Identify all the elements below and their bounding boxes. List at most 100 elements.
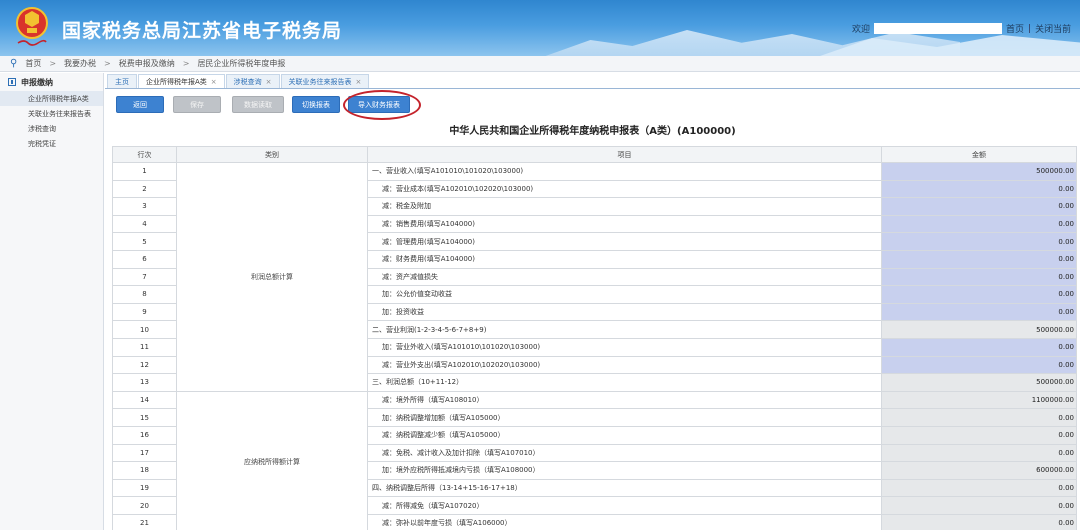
- close-current-link[interactable]: 关闭当前: [1035, 22, 1071, 35]
- breadcrumb-arrow-icon: >: [104, 59, 111, 68]
- row-number: 4: [112, 214, 177, 234]
- row-number: 9: [112, 302, 177, 322]
- item-description: 加：公允价值变动收益: [367, 285, 882, 304]
- item-description: 减：弥补以前年度亏损（填写A106000）: [367, 513, 882, 530]
- amount-value: 0.00: [881, 513, 1077, 530]
- row-number: 6: [112, 249, 177, 269]
- amount-input[interactable]: 0.00: [881, 302, 1077, 322]
- row-number: 18: [112, 461, 177, 480]
- item-description: 减：营业成本(填写A102010\102020\103000): [367, 179, 882, 199]
- table-row: 1 利润总额计算 一、营业收入(填写A101010\101020\103000) 50…: [112, 162, 1077, 392]
- item-description: 减：销售费用(填写A104000): [367, 214, 882, 234]
- sidebar-item-annual-a[interactable]: 企业所得税年报A类: [0, 91, 103, 106]
- form-title: 中华人民共和国企业所得税年度纳税申报表（A类）(A100000): [449, 126, 736, 137]
- tab-related-report[interactable]: 关联业务往来报告表 ×: [280, 74, 370, 88]
- category-cell: 应纳税所得额计算: [176, 390, 368, 530]
- amount-input[interactable]: 0.00: [881, 197, 1077, 216]
- item-description: 二、营业利润(1-2-3-4-5-6-7+8+9): [367, 320, 882, 339]
- row-number: 12: [112, 355, 177, 375]
- item-description: 减：所得减免（填写A107020）: [367, 496, 882, 515]
- tab-home[interactable]: 主页: [107, 74, 137, 88]
- tax-emblem-icon: [16, 7, 48, 46]
- table-row: 14 应纳税所得额计算 减：境外所得（填写A108010） 1100000.00: [112, 390, 1077, 530]
- amount-input[interactable]: 0.00: [881, 285, 1077, 304]
- home-link[interactable]: 首页: [1006, 22, 1024, 35]
- column-header-row-no: 行次: [112, 146, 177, 163]
- amount-input[interactable]: 0.00: [881, 337, 1077, 357]
- sidebar-heading[interactable]: 申报缴纳: [0, 73, 103, 91]
- sidebar-item-tax-certificate[interactable]: 完税凭证: [0, 136, 103, 151]
- amount-input[interactable]: 0.00: [881, 267, 1077, 287]
- amount-input[interactable]: 0.00: [881, 179, 1077, 199]
- fetch-data-button[interactable]: 数据读取: [232, 96, 284, 113]
- row-number: 10: [112, 320, 177, 339]
- row-number: 20: [112, 496, 177, 515]
- row-number: 11: [112, 337, 177, 357]
- item-description: 四、纳税调整后所得（13-14+15-16-17+18）: [367, 478, 882, 498]
- tab-tax-query[interactable]: 涉税查询 ×: [225, 74, 280, 88]
- greeting-text: 欢迎: [852, 25, 871, 35]
- item-description: 加：境外应税所得抵减境内亏损（填写A108000）: [367, 461, 882, 480]
- table-body: 1 利润总额计算 一、营业收入(填写A101010\101020\103000) 50…: [112, 162, 1077, 530]
- item-description: 加：营业外收入(填写A101010\101020\103000): [367, 337, 882, 357]
- row-number: 1: [112, 162, 177, 181]
- amount-value: 0.00: [881, 408, 1077, 427]
- amount-value: 0.00: [881, 496, 1077, 515]
- tab-label: 涉税查询: [233, 77, 262, 86]
- breadcrumb-arrow-icon: >: [49, 59, 57, 68]
- item-description: 减：免税、减计收入及加计扣除（填写A107010）: [367, 443, 882, 463]
- site-title: 国家税务总局江苏省电子税务局: [62, 20, 343, 42]
- item-description: 减：营业外支出(填写A102010\102020\103000): [367, 355, 882, 375]
- amount-value: 0.00: [881, 478, 1077, 498]
- column-header-category: 类别: [176, 146, 368, 163]
- sidebar-item-related-report[interactable]: 关联业务往来报告表: [0, 106, 103, 121]
- row-number: 8: [112, 285, 177, 304]
- toolbar: 返回 保存 数据读取 切换报表 导入财务报表: [105, 90, 1080, 120]
- row-number: 7: [112, 267, 177, 287]
- row-number: 3: [112, 197, 177, 216]
- save-button[interactable]: 保存: [173, 96, 221, 113]
- close-icon[interactable]: ×: [266, 78, 272, 86]
- return-button[interactable]: 返回: [116, 96, 164, 113]
- amount-input[interactable]: 0.00: [881, 355, 1077, 375]
- item-description: 减：纳税调整减少额（填写A105000）: [367, 425, 882, 445]
- masked-username: [874, 23, 1003, 34]
- breadcrumb-tax-service[interactable]: 我要办税: [64, 58, 96, 69]
- row-number: 21: [112, 513, 177, 530]
- item-description: 减：税金及附加: [367, 197, 882, 216]
- item-description: 加：投资收益: [367, 302, 882, 322]
- amount-input[interactable]: 500000.00: [881, 162, 1077, 181]
- item-description: 减：资产减值损失: [367, 267, 882, 287]
- item-description: 减：管理费用(填写A104000): [367, 232, 882, 251]
- user-area: 欢迎 首页 | 关闭当前: [852, 22, 1071, 35]
- row-number: 2: [112, 179, 177, 199]
- site-header: 国家税务总局江苏省电子税务局 欢迎 首页 | 关闭当前: [0, 0, 1080, 56]
- sidebar-item-tax-query[interactable]: 涉税查询: [0, 121, 103, 136]
- close-icon[interactable]: ×: [211, 78, 217, 86]
- tab-label: 关联业务往来报告表: [288, 77, 352, 86]
- row-number: 15: [112, 408, 177, 427]
- item-description: 一、营业收入(填写A101010\101020\103000): [367, 162, 882, 181]
- row-number: 5: [112, 232, 177, 251]
- amount-input[interactable]: 0.00: [881, 214, 1077, 234]
- link-separator: |: [1028, 23, 1032, 34]
- amount-input[interactable]: 0.00: [881, 232, 1077, 251]
- table-header-row: 行次 类别 项目 金额: [112, 146, 1077, 163]
- collapse-icon: [8, 78, 16, 86]
- category-cell: 利润总额计算: [176, 162, 368, 392]
- breadcrumb-filing[interactable]: 税费申报及缴纳: [119, 58, 175, 69]
- amount-value: 1100000.00: [881, 390, 1077, 410]
- column-header-amount: 金额: [881, 146, 1077, 163]
- amount-input[interactable]: 0.00: [881, 249, 1077, 269]
- row-number: 13: [112, 373, 177, 392]
- row-number: 14: [112, 390, 177, 410]
- tab-annual-a[interactable]: 企业所得税年报A类 ×: [138, 74, 225, 88]
- row-number: 19: [112, 478, 177, 498]
- amount-value: 500000.00: [881, 373, 1077, 392]
- item-description: 减：境外所得（填写A108010）: [367, 390, 882, 410]
- amount-value: 0.00: [881, 443, 1077, 463]
- row-number: 16: [112, 425, 177, 445]
- switch-report-button[interactable]: 切换报表: [292, 96, 340, 113]
- breadcrumb-home[interactable]: 首页: [25, 58, 41, 69]
- close-icon[interactable]: ×: [356, 78, 362, 86]
